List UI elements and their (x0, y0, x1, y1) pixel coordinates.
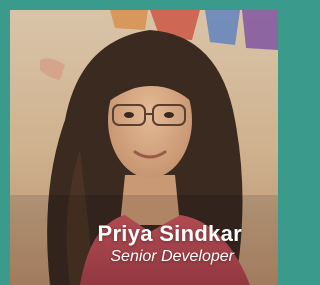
team-member-card: Priya Sindkar Senior Developer (10, 10, 278, 285)
member-title: Senior Developer (110, 248, 234, 265)
member-name: Priya Sindkar (97, 221, 242, 246)
member-caption: Priya Sindkar Senior Developer (10, 221, 278, 267)
